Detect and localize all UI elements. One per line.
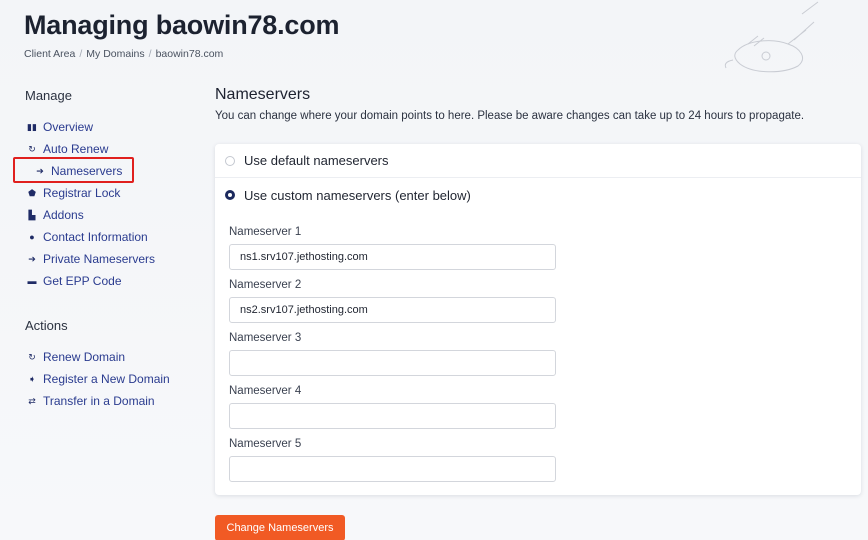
sidebar: Manage ▮▮ Overview ↻ Auto Renew ➔ Namese… xyxy=(13,88,195,412)
option-default-nameservers[interactable]: Use default nameservers xyxy=(215,144,861,178)
sidebar-item-contact-information[interactable]: ● Contact Information xyxy=(25,226,195,248)
option-custom-nameservers[interactable]: Use custom nameservers (enter below) xyxy=(215,178,861,212)
actions-group: Actions ↻ Renew Domain ➧ Register a New … xyxy=(25,318,195,412)
user-icon: ● xyxy=(29,232,35,242)
breadcrumb-client-area[interactable]: Client Area xyxy=(24,48,75,60)
nameserver-4-label: Nameserver 4 xyxy=(229,385,302,397)
renew-icon: ↻ xyxy=(28,143,36,154)
sidebar-item-overview[interactable]: ▮▮ Overview xyxy=(25,116,195,138)
decorative-doodle-icon xyxy=(724,1,819,73)
page-header: Managing baowin78.com Client Area / My D… xyxy=(24,10,340,60)
sidebar-item-label: Private Nameservers xyxy=(43,252,156,266)
sidebar-item-label: Overview xyxy=(43,120,94,134)
transfer-icon: ⇄ xyxy=(28,395,36,406)
main-content: Nameservers You can change where your do… xyxy=(215,86,861,122)
sidebar-item-label: Get EPP Code xyxy=(43,274,122,288)
highlight-box xyxy=(13,157,134,183)
code-icon: ▬ xyxy=(27,276,37,286)
addons-icon: ▙ xyxy=(28,209,36,220)
sidebar-item-label: Addons xyxy=(43,208,84,222)
sidebar-item-label: Auto Renew xyxy=(43,142,109,156)
page-title: Managing baowin78.com xyxy=(24,10,340,40)
renew-icon: ↻ xyxy=(28,351,36,362)
radio-custom[interactable] xyxy=(225,190,235,200)
option-label: Use custom nameservers (enter below) xyxy=(244,187,471,203)
sidebar-item-get-epp-code[interactable]: ▬ Get EPP Code xyxy=(25,270,195,292)
breadcrumb-separator: / xyxy=(79,48,83,60)
sidebar-item-addons[interactable]: ▙ Addons xyxy=(25,204,195,226)
actions-heading: Actions xyxy=(25,318,68,333)
sidebar-item-transfer-domain[interactable]: ⇄ Transfer in a Domain xyxy=(25,390,195,412)
change-nameservers-button[interactable]: Change Nameservers xyxy=(215,515,345,540)
sidebar-item-nameservers[interactable]: ➔ Nameservers xyxy=(13,157,195,183)
nameserver-fields: Nameserver 1 Nameserver 2 Nameserver 3 N… xyxy=(215,212,861,491)
nameserver-3-label: Nameserver 3 xyxy=(229,332,302,344)
nameserver-4-input[interactable] xyxy=(229,403,556,429)
nameserver-5-input[interactable] xyxy=(229,456,556,482)
nameserver-2-label: Nameserver 2 xyxy=(229,279,302,291)
tag-icon: ➧ xyxy=(28,373,36,384)
sidebar-item-label: Transfer in a Domain xyxy=(43,394,155,408)
manage-heading: Manage xyxy=(25,88,72,103)
breadcrumb: Client Area / My Domains / baowin78.com xyxy=(24,48,339,60)
nameserver-1-label: Nameserver 1 xyxy=(229,226,302,238)
option-label: Use default nameservers xyxy=(244,153,389,168)
sidebar-item-private-nameservers[interactable]: ➔ Private Nameservers xyxy=(25,248,195,270)
nameserver-card: Use default nameservers Use custom names… xyxy=(215,144,861,495)
nameserver-2-input[interactable] xyxy=(229,297,556,323)
lock-icon: ⬟ xyxy=(28,187,36,198)
section-description: You can change where your domain points … xyxy=(215,110,805,122)
nameserver-5-label: Nameserver 5 xyxy=(229,438,302,450)
breadcrumb-my-domains[interactable]: My Domains xyxy=(86,48,144,60)
nameserver-3-input[interactable] xyxy=(229,350,556,376)
sidebar-item-registrar-lock[interactable]: ⬟ Registrar Lock xyxy=(25,182,195,204)
breadcrumb-current: baowin78.com xyxy=(155,48,224,60)
breadcrumb-separator: / xyxy=(148,48,152,60)
radio-default[interactable] xyxy=(225,155,235,166)
sidebar-item-renew-domain[interactable]: ↻ Renew Domain xyxy=(25,346,195,368)
sidebar-item-register-new-domain[interactable]: ➧ Register a New Domain xyxy=(25,368,195,390)
sidebar-item-label: Renew Domain xyxy=(43,350,126,364)
section-title: Nameservers xyxy=(215,86,311,103)
sidebar-item-label: Contact Information xyxy=(43,230,148,244)
sidebar-item-label: Register a New Domain xyxy=(43,372,170,386)
arrow-icon: ➔ xyxy=(28,253,36,264)
sidebar-item-label: Registrar Lock xyxy=(43,186,121,200)
overview-icon: ▮▮ xyxy=(27,121,37,132)
nameserver-1-input[interactable] xyxy=(229,244,556,270)
